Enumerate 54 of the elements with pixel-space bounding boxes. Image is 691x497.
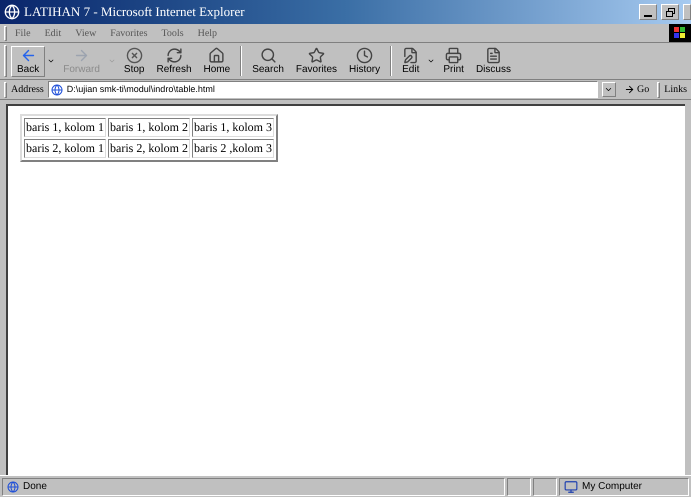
dropdown-button[interactable]: [602, 82, 616, 97]
table-cell: baris 2, kolom 1: [24, 139, 106, 158]
address-label: Address: [11, 83, 44, 97]
menu-item[interactable]: Edit: [44, 26, 62, 40]
menu-item[interactable]: Help: [198, 26, 218, 40]
toolbar-button[interactable]: Favorites: [290, 46, 344, 76]
menu-item[interactable]: File: [15, 26, 31, 40]
menu-item[interactable]: Tools: [162, 26, 184, 40]
go-arrow-icon: [624, 84, 635, 95]
links-label[interactable]: Links: [664, 82, 691, 97]
status-pane: [507, 478, 531, 496]
table-cell: baris 1, kolom 1: [24, 118, 106, 137]
toolbar-button[interactable]: Stop: [118, 46, 150, 76]
toolbar-button[interactable]: Print: [437, 46, 470, 76]
toolbar-button[interactable]: Back: [11, 46, 46, 76]
table-cell: baris 2 ,kolom 3: [192, 139, 274, 158]
caret-icon[interactable]: [47, 57, 56, 65]
clock-icon: [356, 46, 374, 64]
minimize-button[interactable]: [639, 4, 657, 20]
status-text: Done: [23, 480, 47, 494]
status-pane: [533, 478, 557, 496]
printer-icon: [445, 46, 462, 64]
toolbar-button[interactable]: Search: [246, 46, 290, 76]
zone-text: My Computer: [582, 480, 642, 494]
caret-icon: [604, 85, 614, 94]
document-icon: [484, 46, 502, 64]
stop-icon: [126, 46, 143, 64]
page-icon: [7, 480, 19, 492]
toolbar-button[interactable]: Home: [198, 46, 236, 76]
toolbar-button[interactable]: Discuss: [470, 46, 517, 76]
table-cell: baris 1, kolom 3: [192, 118, 274, 137]
computer-icon: [564, 480, 578, 494]
menu-item[interactable]: Favorites: [110, 26, 148, 40]
restore-button[interactable]: [661, 4, 679, 20]
refresh-icon: [166, 46, 182, 64]
toolbar-button[interactable]: Refresh: [150, 46, 198, 76]
toolbar-button[interactable]: History: [343, 46, 386, 76]
table-cell: baris 2, kolom 2: [108, 139, 190, 158]
caret-icon[interactable]: [427, 57, 436, 65]
windows-logo: [669, 24, 691, 42]
edit-document-icon: [402, 46, 420, 64]
browser-icon: [4, 4, 20, 20]
star-icon: [308, 46, 325, 64]
window-title: LATIHAN 7 - Microsoft Internet Explorer: [24, 3, 245, 22]
search-icon: [260, 46, 277, 64]
home-icon: [208, 46, 226, 64]
table-cell: baris 1, kolom 2: [108, 118, 190, 137]
minimize-icon: [644, 15, 652, 17]
restore-icon: [666, 8, 674, 16]
address-field[interactable]: D:\ujian smk-ti\modul\indro\table.html: [48, 81, 598, 98]
toolbar-button[interactable]: Edit: [396, 46, 426, 76]
page-icon: [50, 84, 63, 96]
menu-item[interactable]: View: [75, 26, 96, 40]
go-button[interactable]: Go: [620, 82, 654, 97]
